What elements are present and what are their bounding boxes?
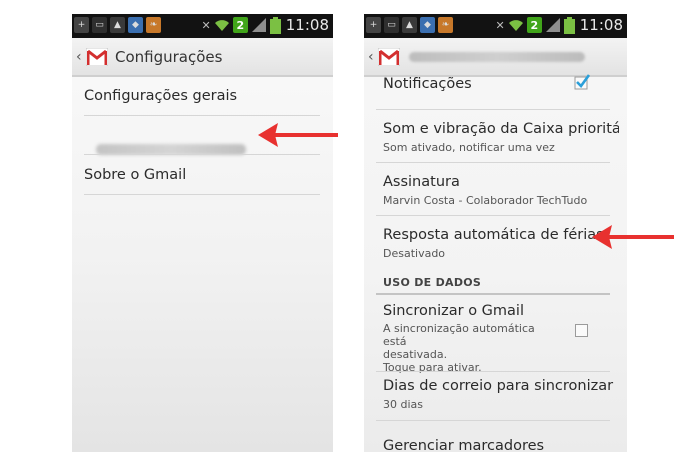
data-badge: 2 [526, 17, 542, 33]
divider [376, 109, 610, 110]
action-bar: ‹ [364, 38, 627, 77]
sync-summary-line: Toque para ativar. [383, 361, 482, 374]
wifi-icon [508, 20, 523, 31]
sync-gmail-label[interactable]: Sincronizar o Gmail [383, 303, 619, 319]
nfc-icon: ✕ [201, 18, 211, 32]
signal-icon [251, 18, 266, 32]
sync-summary-line: A sincronização automática está [383, 322, 535, 348]
section-divider [376, 293, 610, 295]
sync-gmail-checkbox[interactable] [575, 324, 588, 337]
page-title: Configurações [115, 47, 223, 66]
app-icon: ◆ [128, 17, 143, 33]
general-settings-item[interactable]: Configurações gerais [84, 88, 320, 104]
sync-days-label[interactable]: Dias de correio para sincronizar [383, 378, 619, 394]
vacation-responder-label[interactable]: Resposta automática de férias [383, 227, 619, 243]
battery-icon [563, 16, 575, 34]
red-arrow-annotation [258, 123, 338, 147]
app-notification-icon: ❧ [438, 17, 453, 33]
vacation-responder-summary: Desativado [383, 247, 446, 260]
divider [84, 154, 320, 155]
account-title-blurred [409, 51, 585, 62]
gallery-icon: ▲ [402, 17, 417, 33]
app-icon: ◆ [420, 17, 435, 33]
sync-gmail-summary: A sincronização automática está desativa… [383, 322, 553, 374]
notifications-checkbox[interactable] [574, 74, 590, 90]
sound-vibration-summary: Som ativado, notificar uma vez [383, 141, 555, 154]
sound-vibration-label[interactable]: Som e vibração da Caixa prioritá [383, 121, 619, 137]
storage-icon: ▭ [92, 17, 107, 33]
back-chevron-icon[interactable]: ‹ [76, 49, 82, 65]
gallery-icon: ▲ [110, 17, 125, 33]
data-usage-section-header: USO DE DADOS [383, 276, 482, 289]
divider [376, 371, 610, 372]
left-phone-screen: + ▭ ▲ ◆ ❧ ✕ 2 11:08 ‹ Configurações Conf… [72, 14, 333, 452]
action-bar: ‹ Configurações [72, 38, 333, 77]
divider [84, 115, 320, 116]
about-gmail-item[interactable]: Sobre o Gmail [84, 167, 320, 183]
signature-summary: Marvin Costa - Colaborador TechTudo [383, 194, 588, 207]
manage-labels-label[interactable]: Gerenciar marcadores [383, 438, 619, 452]
data-badge: 2 [232, 17, 248, 33]
sync-summary-line: desativada. [383, 348, 448, 361]
status-bar: + ▭ ▲ ◆ ❧ ✕ 2 11:08 [72, 14, 333, 38]
divider [376, 215, 610, 216]
sync-days-summary: 30 dias [383, 398, 424, 411]
storage-icon: ▭ [384, 17, 399, 33]
gmail-icon[interactable] [86, 47, 108, 66]
nfc-icon: ✕ [495, 18, 505, 32]
status-clock: 11:08 [285, 16, 329, 34]
signature-label[interactable]: Assinatura [383, 174, 619, 190]
wifi-icon [214, 20, 229, 31]
right-phone-screen: + ▭ ▲ ◆ ❧ ✕ 2 11:08 ‹ Notificações Som e… [364, 14, 627, 452]
add-icon: + [366, 17, 381, 33]
divider [84, 194, 320, 195]
add-icon: + [74, 17, 89, 33]
gmail-icon[interactable] [378, 47, 400, 66]
status-bar: + ▭ ▲ ◆ ❧ ✕ 2 11:08 [364, 14, 627, 38]
red-arrow-annotation [592, 225, 674, 249]
divider [376, 162, 610, 163]
app-notification-icon: ❧ [146, 17, 161, 33]
status-clock: 11:08 [579, 16, 623, 34]
signal-icon [545, 18, 560, 32]
battery-icon [269, 16, 281, 34]
back-chevron-icon[interactable]: ‹ [368, 49, 374, 65]
divider [376, 420, 610, 421]
